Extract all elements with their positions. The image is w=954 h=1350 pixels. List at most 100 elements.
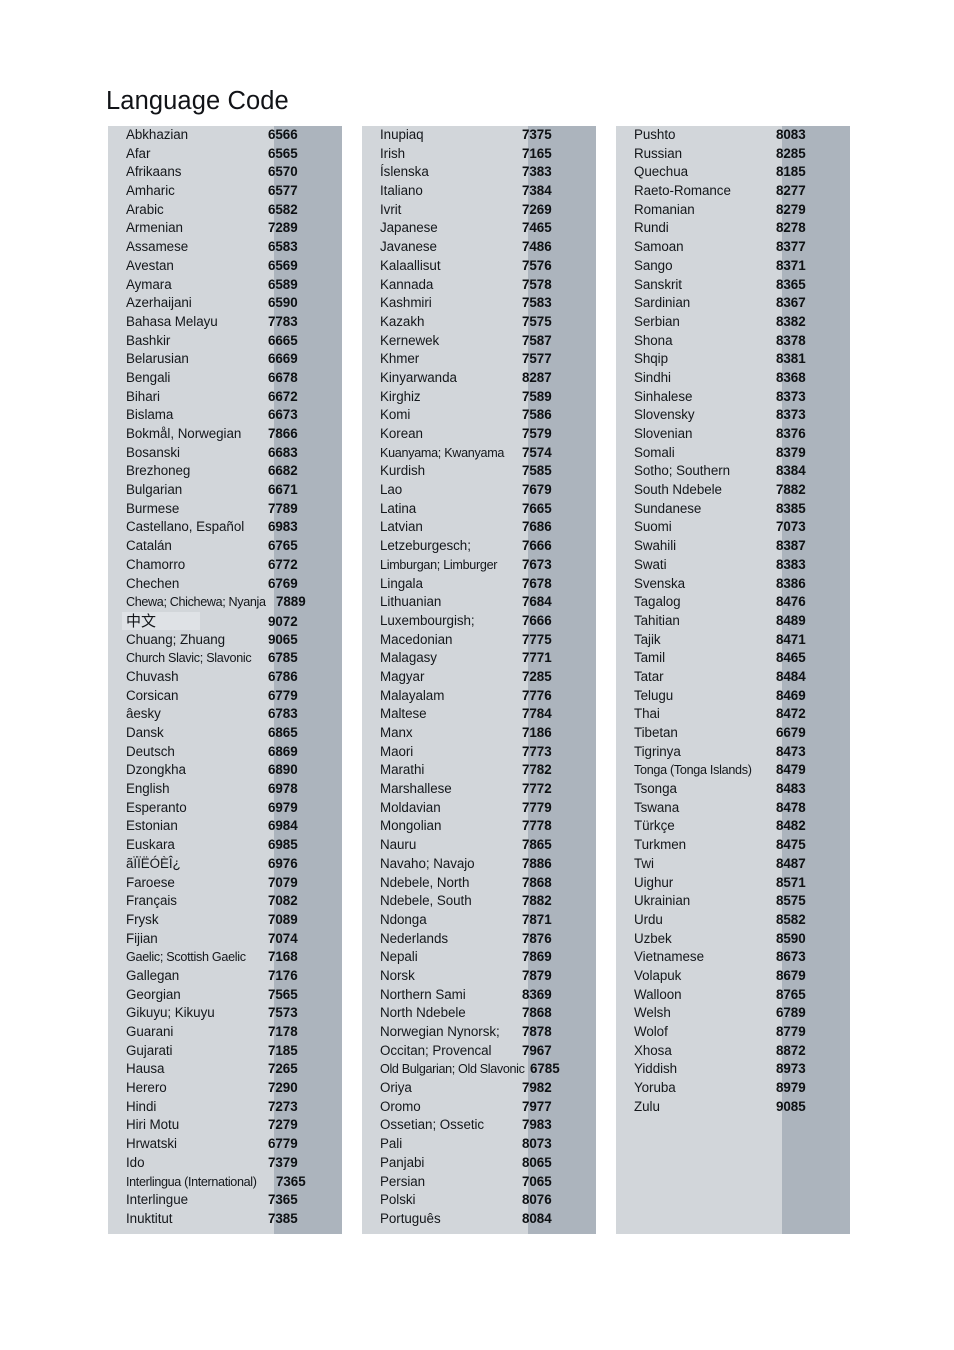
- language-name: Polski: [380, 1192, 416, 1208]
- language-name: Nederlands: [380, 930, 448, 946]
- table-row: Kashmiri 7583: [362, 294, 596, 313]
- language-code: 7365: [268, 1192, 298, 1208]
- language-code: 8073: [522, 1136, 552, 1152]
- language-name: Assamese: [126, 239, 189, 255]
- language-code: 6785: [268, 650, 298, 666]
- language-name: Dzongkha: [126, 762, 186, 778]
- language-code: 7165: [522, 145, 552, 161]
- table-row: Sango 8371: [616, 257, 850, 276]
- language-name: Chewa; Chichewa; Nyanja: [126, 595, 266, 610]
- table-row: Burmese 7789: [108, 500, 342, 519]
- table-row: Hrwatski 6779: [108, 1135, 342, 1154]
- table-row: Nauru 7865: [362, 836, 596, 855]
- language-code: 8465: [776, 650, 806, 666]
- table-row: Japanese 7465: [362, 219, 596, 238]
- language-name: Sindhi: [634, 369, 671, 385]
- language-name: Tamil: [634, 650, 665, 666]
- table-row: Sinhalese 8373: [616, 388, 850, 407]
- table-row: Latina 7665: [362, 500, 596, 519]
- language-name: Bengali: [126, 369, 171, 385]
- language-name: Xhosa: [634, 1042, 672, 1058]
- table-row: Euskara 6985: [108, 836, 342, 855]
- table-row: Letzeburgesch; 7666: [362, 537, 596, 556]
- language-name: Kalaallisut: [380, 257, 441, 273]
- table-row: Estonian 6984: [108, 817, 342, 836]
- table-row: Afar 6565: [108, 145, 342, 164]
- table-row: Romanian 8279: [616, 201, 850, 220]
- table-row: Kurdish 7585: [362, 462, 596, 481]
- language-code: 6589: [268, 276, 298, 292]
- language-code: 7869: [522, 949, 552, 965]
- language-name: Deutsch: [126, 743, 175, 759]
- language-code: 8083: [776, 127, 806, 142]
- language-code: 8489: [776, 612, 806, 628]
- table-row: Luxembourgish; 7666: [362, 612, 596, 631]
- language-code: 8471: [776, 631, 806, 647]
- language-code: 6786: [268, 668, 298, 684]
- language-name: Gaelic; Scottish Gaelic: [126, 950, 246, 965]
- table-row: Assamese 6583: [108, 238, 342, 257]
- table-row: Inupiaq 7375: [362, 126, 596, 145]
- language-name: Tajik: [634, 631, 661, 647]
- language-code: 7178: [268, 1024, 298, 1039]
- table-row: Marathi 7782: [362, 761, 596, 780]
- table-row: Ukrainian 8575: [616, 892, 850, 911]
- language-code: 8479: [776, 762, 806, 778]
- language-name: Maori: [380, 743, 414, 759]
- table-row: Bulgarian 6671: [108, 481, 342, 500]
- language-code: 7889: [276, 594, 306, 610]
- language-name: Swahili: [634, 538, 677, 554]
- table-row: Interlingue 7365: [108, 1191, 342, 1210]
- table-row-empty: [616, 1135, 850, 1154]
- language-name: Sinhalese: [634, 388, 693, 404]
- language-name: Church Slavic; Slavonic: [126, 651, 252, 666]
- table-row: Chuvash 6786: [108, 668, 342, 687]
- language-code: 7977: [522, 1098, 552, 1114]
- language-name: Hausa: [126, 1061, 165, 1077]
- language-code: 8185: [776, 164, 806, 180]
- table-row: Chewa; Chichewa; Nyanja 7889: [108, 593, 342, 612]
- language-code: 7666: [522, 538, 552, 554]
- language-code: 6779: [268, 687, 298, 703]
- language-name: Hindi: [126, 1098, 157, 1114]
- language-code: 8571: [776, 874, 806, 890]
- language-code: 7577: [522, 351, 552, 367]
- language-code: 7186: [522, 725, 552, 740]
- language-code: 8475: [776, 837, 806, 853]
- language-code: 7290: [268, 1080, 298, 1096]
- table-row: Chamorro 6772: [108, 556, 342, 575]
- language-name: Georgian: [126, 986, 181, 1002]
- language-code: 7465: [522, 220, 552, 236]
- language-code: 7375: [522, 127, 552, 142]
- table-row: Bengali 6678: [108, 369, 342, 388]
- language-code: 6785: [530, 1061, 560, 1077]
- table-row: Northern Sami 8369: [362, 986, 596, 1005]
- language-name: Zulu: [634, 1098, 660, 1114]
- language-code: 6582: [268, 201, 298, 217]
- language-code: 6569: [268, 257, 298, 273]
- table-row: Tswana 8478: [616, 799, 850, 818]
- table-row: Church Slavic; Slavonic 6785: [108, 649, 342, 668]
- language-code: 8478: [776, 799, 806, 815]
- language-code: 7775: [522, 631, 552, 647]
- language-name: Old Bulgarian; Old Slavonic: [380, 1062, 525, 1077]
- table-row: Old Bulgarian; Old Slavonic 6785: [362, 1060, 596, 1079]
- language-code: 7065: [522, 1173, 552, 1189]
- language-code: 7074: [268, 930, 298, 946]
- language-name: Occitan; Provencal: [380, 1042, 492, 1058]
- language-name: Interlingua (International): [126, 1174, 257, 1189]
- language-code: 6566: [268, 127, 298, 142]
- language-code: 7773: [522, 743, 552, 759]
- language-name: Ido: [126, 1154, 145, 1170]
- table-row: Kannada 7578: [362, 276, 596, 295]
- language-name: Chechen: [126, 575, 180, 591]
- language-code: 7573: [268, 1005, 298, 1021]
- language-code: 8065: [522, 1154, 552, 1170]
- language-code: 8376: [776, 426, 806, 441]
- language-code: 7579: [522, 426, 552, 441]
- language-name: Oromo: [380, 1098, 421, 1114]
- table-row: Kinyarwanda 8287: [362, 369, 596, 388]
- language-name: Yoruba: [634, 1080, 676, 1096]
- table-row: Hiri Motu 7279: [108, 1116, 342, 1135]
- table-row: ãÏÏËÓÈÎ¿ 6976: [108, 855, 342, 874]
